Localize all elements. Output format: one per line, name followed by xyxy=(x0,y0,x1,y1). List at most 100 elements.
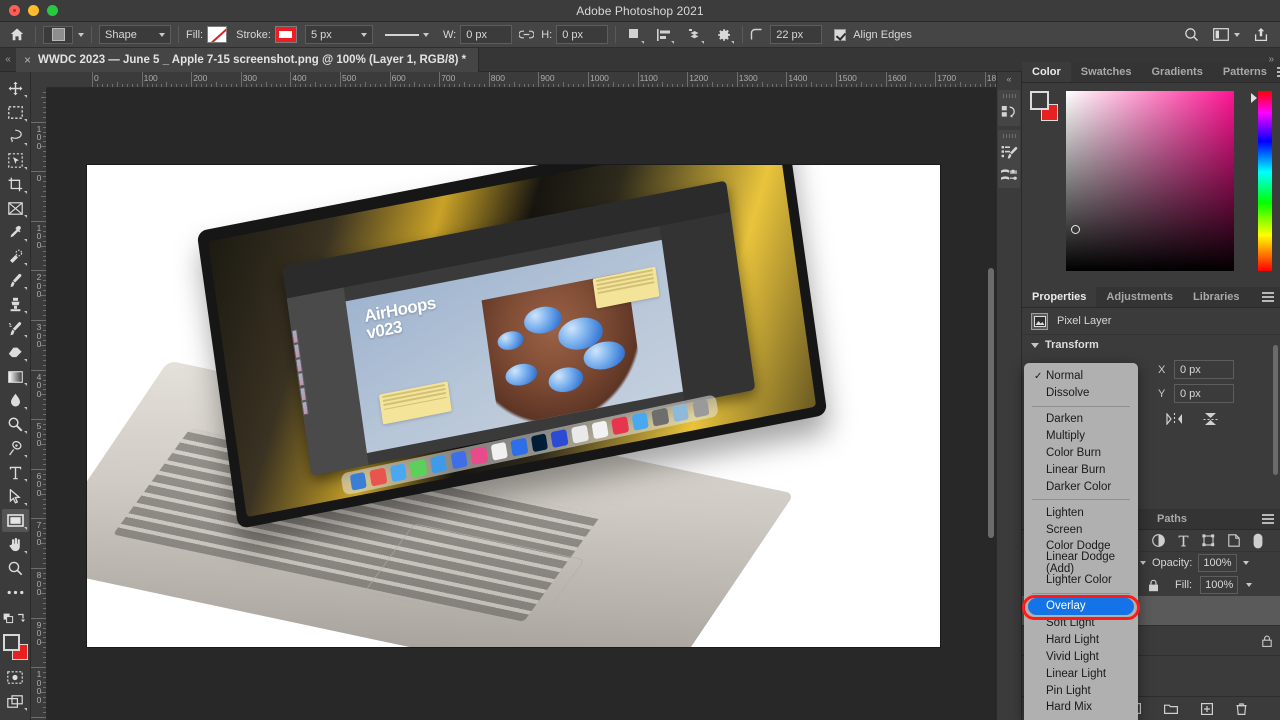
blend-mode-option-linear-light[interactable]: Linear Light xyxy=(1024,665,1138,682)
corner-radius-input[interactable]: 22 px xyxy=(770,25,823,44)
align-edges-checkbox[interactable] xyxy=(834,28,847,41)
color-panel-swatches[interactable] xyxy=(1030,91,1058,121)
shape-height-input[interactable]: 0 px xyxy=(556,25,609,44)
y-input[interactable]: 0 px xyxy=(1174,384,1234,403)
blend-mode-option-screen[interactable]: Screen xyxy=(1024,521,1138,538)
blend-mode-option-color-burn[interactable]: Color Burn xyxy=(1024,445,1138,462)
blend-mode-option-linear-burn[interactable]: Linear Burn xyxy=(1024,461,1138,478)
document-tab[interactable]: × WWDC 2023 — June 5 _ Apple 7-15 screen… xyxy=(16,47,480,72)
filter-type-icon[interactable] xyxy=(1178,535,1189,547)
gradient-tool[interactable] xyxy=(2,365,29,388)
chevron-down-icon[interactable] xyxy=(1242,561,1249,565)
type-tool[interactable] xyxy=(2,461,29,484)
tab-gradients[interactable]: Gradients xyxy=(1141,62,1212,82)
blend-mode-option-linear-dodge-add[interactable]: Linear Dodge (Add) xyxy=(1024,551,1138,575)
brush-settings-icon[interactable] xyxy=(998,141,1020,163)
x-input[interactable]: 0 px xyxy=(1174,360,1234,379)
canvas-area[interactable]: AirHoops v023 xyxy=(47,88,996,720)
blend-mode-dropdown-menu[interactable]: ✓ Normal Dissolve Darken Multiply Color Burn L… xyxy=(1024,363,1138,720)
blend-mode-option-soft-light[interactable]: Soft Light xyxy=(1024,615,1138,632)
shape-width-input[interactable]: 0 px xyxy=(460,25,513,44)
pen-tool[interactable] xyxy=(2,437,29,460)
blend-mode-option-vivid-light[interactable]: Vivid Light xyxy=(1024,648,1138,665)
edit-toolbar-ellipsis-icon[interactable] xyxy=(2,581,29,604)
lock-icon[interactable] xyxy=(1262,635,1272,647)
path-arrangement-icon[interactable] xyxy=(683,25,705,45)
blend-mode-option-darken[interactable]: Darken xyxy=(1024,411,1138,428)
home-icon[interactable] xyxy=(6,24,28,46)
tab-swatches[interactable]: Swatches xyxy=(1071,62,1142,82)
collapse-left-icon[interactable]: « xyxy=(0,54,16,65)
blend-mode-option-hard-light[interactable]: Hard Light xyxy=(1024,631,1138,648)
delete-layer-icon[interactable] xyxy=(1236,702,1247,715)
eraser-tool[interactable] xyxy=(2,341,29,364)
screen-mode-icon[interactable] xyxy=(2,690,29,713)
tab-adjustments[interactable]: Adjustments xyxy=(1096,287,1183,307)
new-group-icon[interactable] xyxy=(1164,703,1178,714)
chevron-down-icon[interactable] xyxy=(1140,561,1146,565)
panel-menu-icon[interactable] xyxy=(1256,287,1280,307)
tab-libraries[interactable]: Libraries xyxy=(1183,287,1249,307)
workspace-switcher-icon[interactable] xyxy=(1213,28,1240,41)
eyedropper-tool[interactable] xyxy=(2,221,29,244)
crop-tool[interactable] xyxy=(2,173,29,196)
tab-properties[interactable]: Properties xyxy=(1022,287,1097,307)
filter-shape-icon[interactable] xyxy=(1202,534,1215,547)
flip-horizontal-icon[interactable] xyxy=(1166,413,1183,425)
close-icon[interactable]: × xyxy=(24,53,31,67)
foreground-color-swatch[interactable] xyxy=(2,634,20,651)
tab-color[interactable]: Color xyxy=(1022,62,1071,82)
artboard-image[interactable]: AirHoops v023 xyxy=(87,165,940,647)
quick-mask-icon[interactable] xyxy=(2,666,29,689)
fill-input[interactable]: 100% xyxy=(1200,576,1239,594)
horizontal-ruler[interactable]: 0 100 200 300 400 500 600 700 800 900 1000 1100 1200… xyxy=(47,72,996,88)
marquee-tool[interactable] xyxy=(2,101,29,124)
opacity-input[interactable]: 100% xyxy=(1198,554,1237,572)
brushes-icon[interactable] xyxy=(998,163,1020,185)
share-icon[interactable] xyxy=(1254,27,1268,42)
link-dimensions-icon[interactable] xyxy=(519,30,535,39)
blend-mode-option-lighter-color[interactable]: Lighter Color xyxy=(1024,572,1138,589)
clone-stamp-tool[interactable] xyxy=(2,293,29,316)
blend-mode-option-pin-light[interactable]: Pin Light xyxy=(1024,682,1138,699)
dodge-tool[interactable] xyxy=(2,413,29,436)
healing-brush-tool[interactable] xyxy=(2,245,29,268)
blend-mode-option-darker-color[interactable]: Darker Color xyxy=(1024,478,1138,495)
blend-mode-option-hard-mix[interactable]: Hard Mix xyxy=(1024,699,1138,716)
stroke-style-select[interactable] xyxy=(380,25,433,44)
history-brush-tool[interactable] xyxy=(2,317,29,340)
filter-smart-object-icon[interactable] xyxy=(1228,534,1240,547)
shape-preset-picker[interactable] xyxy=(43,25,73,44)
frame-tool[interactable] xyxy=(2,197,29,220)
foreground-background-colors[interactable] xyxy=(2,634,29,660)
panel-menu-icon[interactable] xyxy=(1256,509,1280,529)
history-icon[interactable] xyxy=(998,101,1020,123)
color-field[interactable] xyxy=(1066,91,1234,271)
filter-adjustment-icon[interactable] xyxy=(1152,534,1165,547)
canvas-vertical-scrollbar[interactable] xyxy=(988,268,994,538)
stroke-width-select[interactable]: 5 px xyxy=(304,25,373,44)
blur-droplet-tool[interactable] xyxy=(2,389,29,412)
default-and-swap-colors[interactable] xyxy=(2,607,29,630)
tab-paths[interactable]: Paths xyxy=(1147,509,1197,529)
tab-patterns[interactable]: Patterns xyxy=(1213,62,1277,82)
blend-mode-option-lighten[interactable]: Lighten xyxy=(1024,504,1138,521)
path-operations-icon[interactable] xyxy=(623,25,645,45)
rectangle-shape-tool[interactable] xyxy=(1,509,29,532)
brush-tool[interactable] xyxy=(2,269,29,292)
lock-all-icon[interactable] xyxy=(1148,579,1159,592)
hand-tool[interactable] xyxy=(2,533,29,556)
properties-scrollbar[interactable] xyxy=(1273,345,1278,475)
flip-vertical-icon[interactable] xyxy=(1203,412,1218,426)
object-selection-tool[interactable] xyxy=(2,149,29,172)
blend-mode-option-dissolve[interactable]: Dissolve xyxy=(1024,385,1138,402)
foreground-color-swatch[interactable] xyxy=(1030,91,1049,110)
tool-mode-select[interactable]: Shape xyxy=(99,25,171,44)
path-alignment-icon[interactable] xyxy=(653,25,675,45)
move-tool[interactable] xyxy=(2,77,29,100)
blend-mode-option-multiply[interactable]: Multiply xyxy=(1024,428,1138,445)
path-selection-tool[interactable] xyxy=(2,485,29,508)
zoom-magnifier-tool[interactable] xyxy=(2,557,29,580)
blend-mode-option-overlay[interactable]: Overlay xyxy=(1028,597,1134,615)
collapse-panels-icon[interactable]: « xyxy=(997,72,1021,86)
